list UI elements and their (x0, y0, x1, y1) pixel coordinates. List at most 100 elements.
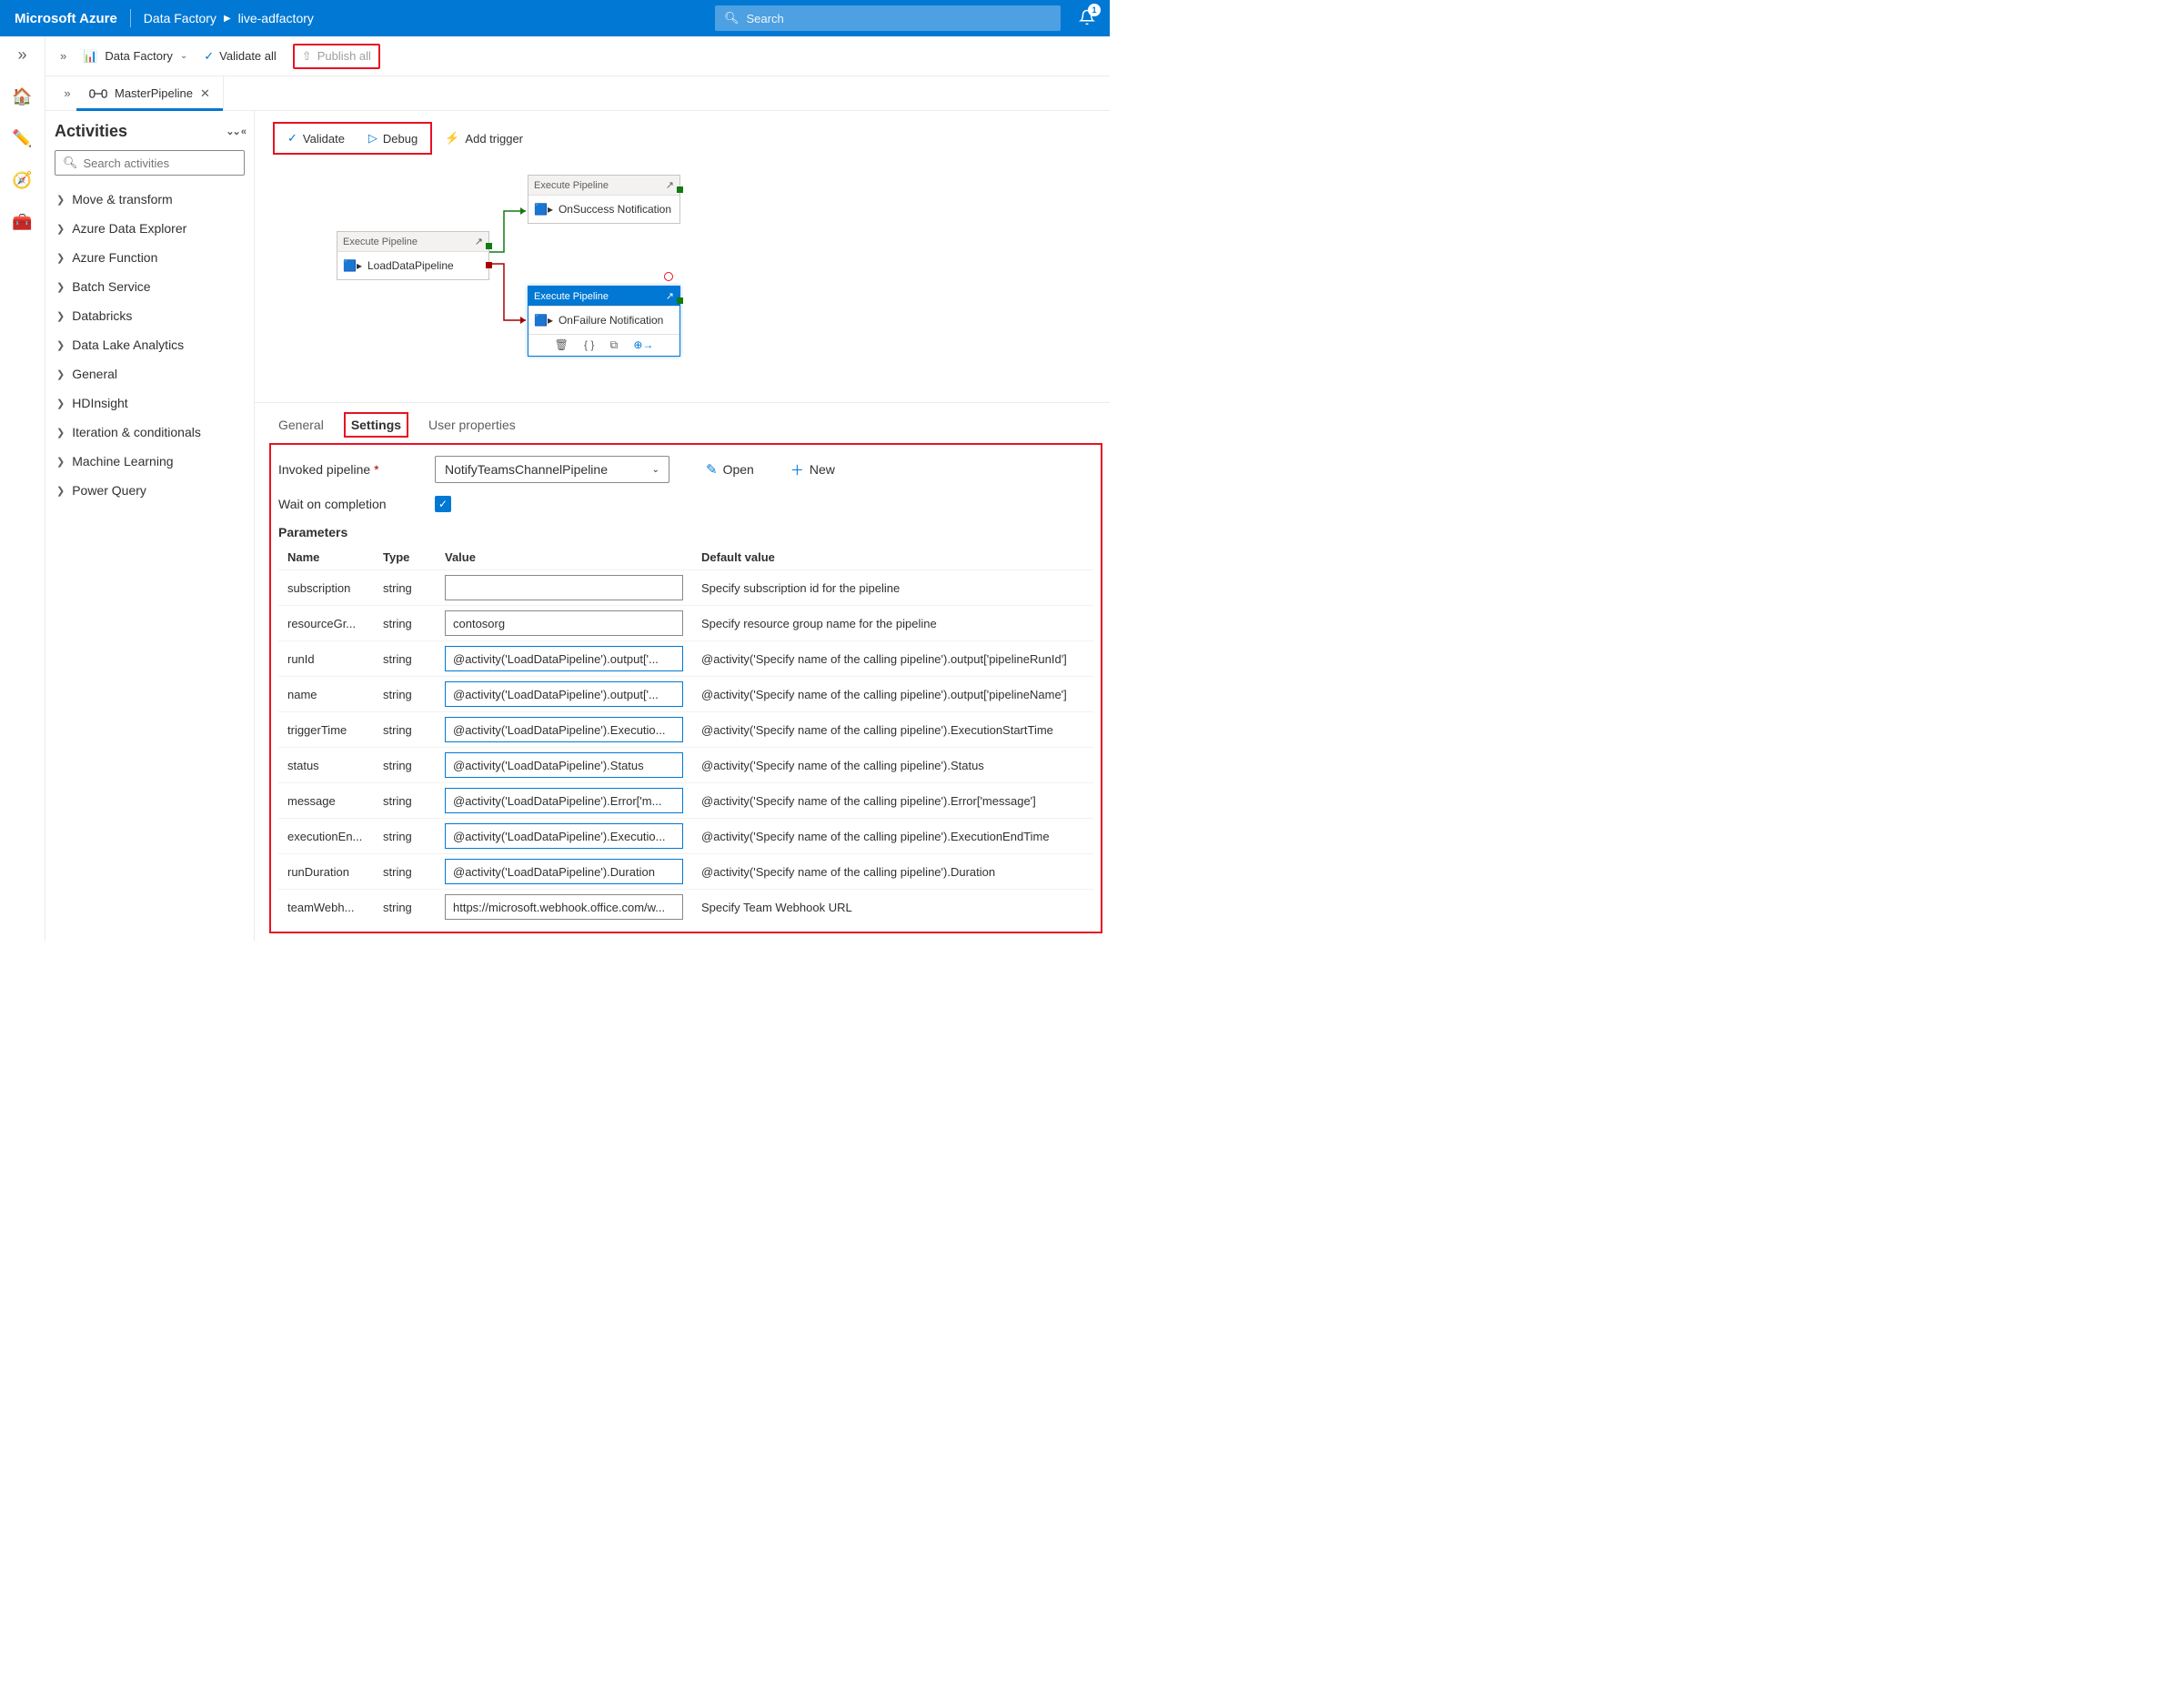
brand-label: Microsoft Azure (15, 11, 117, 26)
activity-category-item[interactable]: ❯General (55, 359, 245, 388)
breadcrumb-resource[interactable]: live-adfactory (238, 11, 314, 25)
monitor-gauge-icon[interactable]: 🧭 (10, 167, 35, 193)
open-external-icon[interactable]: ↗ (666, 179, 674, 191)
debug-button[interactable]: ▷Debug (359, 127, 427, 149)
plus-icon: ＋ (790, 460, 804, 479)
param-default: Specify Team Webhook URL (692, 890, 1093, 925)
parameters-table: Name Type Value Default value subscripti… (278, 545, 1093, 924)
search-icon: 🔍︎ (63, 156, 78, 170)
node-name: OnFailure Notification (559, 314, 663, 327)
chevron-right-icon: ❯ (56, 252, 65, 264)
chevron-right-icon: ❯ (56, 398, 65, 409)
chevron-right-icon: ❯ (56, 281, 65, 293)
manage-toolbox-icon[interactable]: 🧰 (10, 209, 35, 235)
param-value-input[interactable]: @activity('LoadDataPipeline').Error['m..… (445, 788, 683, 813)
col-type: Type (374, 545, 436, 570)
activity-category-item[interactable]: ❯Power Query (55, 476, 245, 505)
parameter-row: runDurationstring@activity('LoadDataPipe… (278, 854, 1093, 890)
author-pencil-icon[interactable]: ✏️ (10, 126, 35, 151)
param-value-input[interactable]: @activity('LoadDataPipeline').output['..… (445, 681, 683, 707)
param-name: name (278, 677, 374, 712)
param-default: @activity('Specify name of the calling p… (692, 712, 1093, 748)
validate-all-button[interactable]: ✓ Validate all (204, 49, 277, 64)
param-type: string (374, 641, 436, 677)
activity-category-item[interactable]: ❯Databricks (55, 301, 245, 330)
open-external-icon[interactable]: ↗ (475, 236, 483, 247)
activities-panel: Activities ⌄⌄ « 🔍︎ ❯Move & transform❯Azu… (45, 111, 255, 941)
code-icon[interactable]: { } (584, 338, 594, 352)
activity-category-item[interactable]: ❯Azure Function (55, 243, 245, 272)
more-actions-icon[interactable]: ⊕→ (633, 338, 653, 352)
tab-user-properties[interactable]: User properties (425, 412, 519, 438)
chevron-right-icon: ❯ (56, 427, 65, 438)
home-icon[interactable]: 🏠 (10, 84, 35, 109)
activity-category-item[interactable]: ❯Azure Data Explorer (55, 214, 245, 243)
param-value-input[interactable]: @activity('LoadDataPipeline').Status (445, 752, 683, 778)
open-pipeline-button[interactable]: ✎Open (706, 461, 754, 478)
search-input[interactable] (747, 12, 1052, 25)
publish-all-highlight: ⇧ Publish all (293, 44, 380, 69)
chevron-right-icon: ▶ (224, 14, 231, 24)
copy-icon[interactable]: ⧉ (610, 338, 619, 352)
publish-all-button[interactable]: ⇧ Publish all (302, 49, 371, 64)
param-value-input[interactable]: @activity('LoadDataPipeline').Executio..… (445, 823, 683, 849)
pipeline-canvas[interactable]: Execute Pipeline↗ 🟦▸LoadDataPipeline Exe… (255, 166, 1110, 402)
expand-rail-icon[interactable]: » (10, 42, 35, 67)
activity-category-item[interactable]: ❯Data Lake Analytics (55, 330, 245, 359)
node-type-label: Execute Pipeline (534, 180, 609, 191)
publish-icon: ⇧ (302, 49, 312, 64)
tab-masterpipeline[interactable]: MasterPipeline ✕ (76, 76, 224, 110)
breadcrumb-service[interactable]: Data Factory (144, 11, 216, 25)
param-name: triggerTime (278, 712, 374, 748)
datafactory-dropdown[interactable]: 📊 Data Factory ⌄ (83, 49, 187, 64)
settings-panel: Invoked pipeline * NotifyTeamsChannelPip… (269, 443, 1102, 933)
chevron-right-icon: ❯ (56, 223, 65, 235)
new-pipeline-button[interactable]: ＋New (790, 460, 835, 479)
parameter-row: executionEn...string@activity('LoadDataP… (278, 819, 1093, 854)
activity-category-item[interactable]: ❯HDInsight (55, 388, 245, 418)
node-onfailure[interactable]: Execute Pipeline↗ 🟦▸OnFailure Notificati… (528, 286, 680, 357)
global-search[interactable]: 🔍︎ (715, 5, 1061, 31)
param-value-input[interactable]: @activity('LoadDataPipeline').Executio..… (445, 717, 683, 742)
wait-on-completion-checkbox[interactable]: ✓ (435, 496, 451, 512)
expand-icon[interactable]: » (60, 49, 66, 63)
property-tabs: General Settings User properties (255, 402, 1110, 438)
notifications-icon[interactable]: 1 (1079, 9, 1095, 28)
tab-close-icon[interactable]: ✕ (200, 86, 210, 101)
activity-category-item[interactable]: ❯Iteration & conditionals (55, 418, 245, 447)
activity-category-item[interactable]: ❯Move & transform (55, 185, 245, 214)
invoked-pipeline-select[interactable]: NotifyTeamsChannelPipeline ⌄ (435, 456, 669, 483)
tab-general[interactable]: General (275, 412, 327, 438)
param-value-input[interactable]: contosorg (445, 610, 683, 636)
node-name: OnSuccess Notification (559, 203, 671, 216)
param-value-input[interactable]: @activity('LoadDataPipeline').Duration (445, 859, 683, 884)
parameter-row: namestring@activity('LoadDataPipeline').… (278, 677, 1093, 712)
pipeline-activity-icon: 🟦▸ (534, 314, 553, 327)
param-value-input[interactable]: https://microsoft.webhook.office.com/w..… (445, 894, 683, 920)
validate-button[interactable]: ✓Validate (278, 127, 354, 149)
hide-panel-icon[interactable]: « (241, 126, 245, 137)
command-bar: » 📊 Data Factory ⌄ ✓ Validate all ⇧ Publ… (45, 36, 1110, 76)
param-value-input[interactable]: @activity('LoadDataPipeline').output['..… (445, 646, 683, 671)
node-loaddatapipeline[interactable]: Execute Pipeline↗ 🟦▸LoadDataPipeline (337, 231, 489, 280)
left-rail: » 🏠 ✏️ 🧭 🧰 (0, 36, 45, 941)
col-name: Name (278, 545, 374, 570)
param-name: resourceGr... (278, 606, 374, 641)
datafactory-icon: 📊 (83, 49, 97, 64)
delete-icon[interactable]: 🗑 (555, 338, 569, 352)
pencil-icon: ✎ (706, 461, 718, 478)
parameter-row: subscriptionstringSpecify subscription i… (278, 570, 1093, 606)
collapse-all-icon[interactable]: ⌄⌄ (226, 126, 238, 137)
activity-category-item[interactable]: ❯Machine Learning (55, 447, 245, 476)
add-trigger-button[interactable]: ⚡Add trigger (436, 127, 532, 149)
activities-search[interactable]: 🔍︎ (55, 150, 245, 176)
collapse-panel-icon[interactable]: » (58, 86, 76, 100)
activity-category-item[interactable]: ❯Batch Service (55, 272, 245, 301)
validate-all-icon: ✓ (204, 49, 214, 64)
param-value-input[interactable] (445, 575, 683, 600)
tab-settings[interactable]: Settings (344, 412, 408, 438)
activities-search-input[interactable] (84, 156, 244, 170)
node-onsuccess[interactable]: Execute Pipeline↗ 🟦▸OnSuccess Notificati… (528, 175, 680, 224)
chevron-right-icon: ❯ (56, 456, 65, 468)
open-external-icon[interactable]: ↗ (666, 290, 674, 302)
